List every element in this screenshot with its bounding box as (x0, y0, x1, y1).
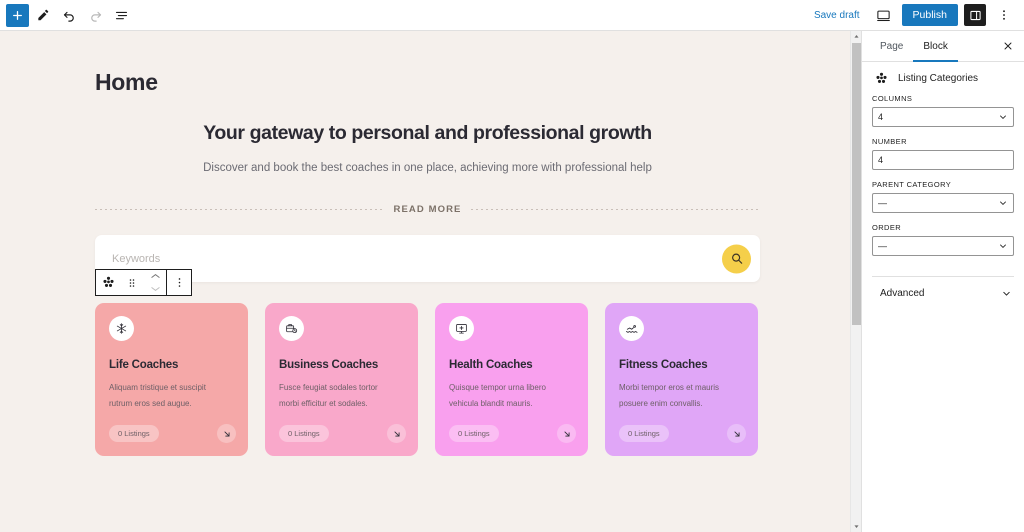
block-movers (144, 270, 166, 295)
briefcase-clock-icon (279, 316, 304, 341)
order-select[interactable]: — (872, 236, 1014, 256)
editor-canvas: Home Your gateway to personal and profes… (0, 31, 861, 532)
tab-page[interactable]: Page (870, 31, 913, 62)
chevron-down-icon (998, 241, 1008, 251)
advanced-panel-toggle[interactable]: Advanced (872, 276, 1014, 310)
drag-handle-icon[interactable] (120, 270, 144, 295)
listing-categories-icon[interactable] (96, 270, 120, 295)
hero-subtitle[interactable]: Discover and book the best coaches in on… (95, 162, 760, 174)
move-down-icon[interactable] (143, 283, 167, 295)
canvas-scrollbar-thumb[interactable] (852, 43, 861, 325)
listings-badge: 0 Listings (449, 425, 499, 442)
field-parent-category: PARENT CATEGORY — (872, 180, 1014, 213)
monitor-plus-icon (449, 316, 474, 341)
top-bar-left-tools (0, 3, 133, 27)
listings-badge: 0 Listings (109, 425, 159, 442)
arrow-down-right-icon[interactable] (557, 424, 576, 443)
page-title: Home (95, 69, 158, 95)
category-card[interactable]: Life Coaches Aliquam tristique et suscip… (95, 303, 248, 456)
chevron-down-icon (998, 112, 1008, 122)
read-more-divider: READ MORE (95, 204, 760, 215)
search-button[interactable] (722, 244, 751, 273)
field-label: COLUMNS (872, 94, 913, 103)
search-input[interactable]: Keywords (112, 253, 160, 265)
page-content: Home Your gateway to personal and profes… (0, 31, 861, 456)
sidebar-tabs: Page Block (862, 31, 1024, 62)
listings-badge: 0 Listings (619, 425, 669, 442)
close-icon[interactable] (998, 36, 1018, 56)
arrow-down-right-icon[interactable] (217, 424, 236, 443)
columns-select[interactable]: 4 (872, 107, 1014, 127)
editor-top-bar: Save draft Publish (0, 0, 1024, 31)
card-footer: 0 Listings (279, 424, 406, 443)
search-bar[interactable]: Keywords (95, 235, 760, 296)
scroll-up-icon[interactable] (851, 31, 861, 42)
edit-pen-icon[interactable] (31, 3, 55, 27)
field-label: NUMBER (872, 137, 907, 146)
chevron-down-icon (1001, 288, 1012, 299)
redo-icon[interactable] (83, 3, 107, 27)
move-up-icon[interactable] (143, 270, 167, 282)
divider-line-left (95, 209, 384, 210)
field-label: ORDER (872, 223, 902, 232)
arrow-down-right-icon[interactable] (387, 424, 406, 443)
hero-heading[interactable]: Your gateway to personal and professiona… (95, 122, 760, 145)
block-settings-fields: COLUMNS 4 NUMBER 4 PARENT CATEGORY — ORD… (862, 94, 1024, 266)
advanced-label: Advanced (880, 288, 925, 299)
divider-line-right (471, 209, 760, 210)
card-title: Business Coaches (279, 359, 379, 371)
selected-block-row: Listing Categories (862, 62, 1024, 94)
number-value: 4 (878, 155, 884, 165)
list-view-icon[interactable] (109, 3, 133, 27)
card-title: Life Coaches (109, 359, 179, 371)
selected-block-name: Listing Categories (898, 73, 979, 84)
add-block-button[interactable] (6, 3, 29, 27)
block-toolbar (95, 269, 192, 296)
card-footer: 0 Listings (619, 424, 746, 443)
undo-icon[interactable] (57, 3, 81, 27)
read-more-label[interactable]: READ MORE (394, 204, 462, 215)
block-options-icon[interactable] (167, 270, 191, 295)
listings-badge: 0 Listings (279, 425, 329, 442)
order-value: — (878, 241, 887, 251)
publish-button[interactable]: Publish (901, 4, 958, 26)
number-input[interactable]: 4 (872, 150, 1014, 170)
card-description: Quisque tempor urna libero vehicula blan… (449, 383, 546, 408)
snowflake-icon (109, 316, 134, 341)
content-inner: Home Your gateway to personal and profes… (95, 69, 760, 456)
parent-category-value: — (878, 198, 887, 208)
more-options-icon[interactable] (992, 3, 1016, 27)
category-cards: Life Coaches Aliquam tristique et suscip… (95, 303, 760, 456)
save-draft-button[interactable]: Save draft (808, 7, 866, 24)
chevron-down-icon (998, 198, 1008, 208)
preview-icon[interactable] (872, 3, 896, 27)
editor-window: Save draft Publish Home Your gateway to … (0, 0, 1024, 532)
category-card[interactable]: Health Coaches Quisque tempor urna liber… (435, 303, 588, 456)
card-footer: 0 Listings (109, 424, 236, 443)
parent-category-select[interactable]: — (872, 193, 1014, 213)
canvas-scrollbar[interactable] (850, 31, 861, 532)
category-card[interactable]: Business Coaches Fusce feugiat sodales t… (265, 303, 418, 456)
listing-categories-icon (874, 71, 889, 86)
settings-sidebar: Page Block Listing Categories COLUMNS 4 … (861, 31, 1024, 532)
field-label: PARENT CATEGORY (872, 180, 952, 189)
field-order: ORDER — (872, 223, 1014, 256)
scroll-down-icon[interactable] (851, 521, 861, 532)
card-description: Fusce feugiat sodales tortor morbi effic… (279, 383, 378, 408)
settings-sidebar-toggle-icon[interactable] (964, 4, 986, 26)
card-description: Aliquam tristique et suscipit rutrum ero… (109, 383, 206, 408)
category-card[interactable]: Fitness Coaches Morbi tempor eros et mau… (605, 303, 758, 456)
editor-body: Home Your gateway to personal and profes… (0, 31, 1024, 532)
card-title: Fitness Coaches (619, 359, 708, 371)
field-columns: COLUMNS 4 (872, 94, 1014, 127)
card-description: Morbi tempor eros et mauris posuere enim… (619, 383, 720, 408)
top-bar-right-tools: Save draft Publish (808, 3, 1024, 27)
card-title: Health Coaches (449, 359, 533, 371)
card-footer: 0 Listings (449, 424, 576, 443)
swimmer-icon (619, 316, 644, 341)
arrow-down-right-icon[interactable] (727, 424, 746, 443)
field-number: NUMBER 4 (872, 137, 1014, 170)
columns-value: 4 (878, 112, 884, 122)
tab-block[interactable]: Block (913, 31, 957, 62)
